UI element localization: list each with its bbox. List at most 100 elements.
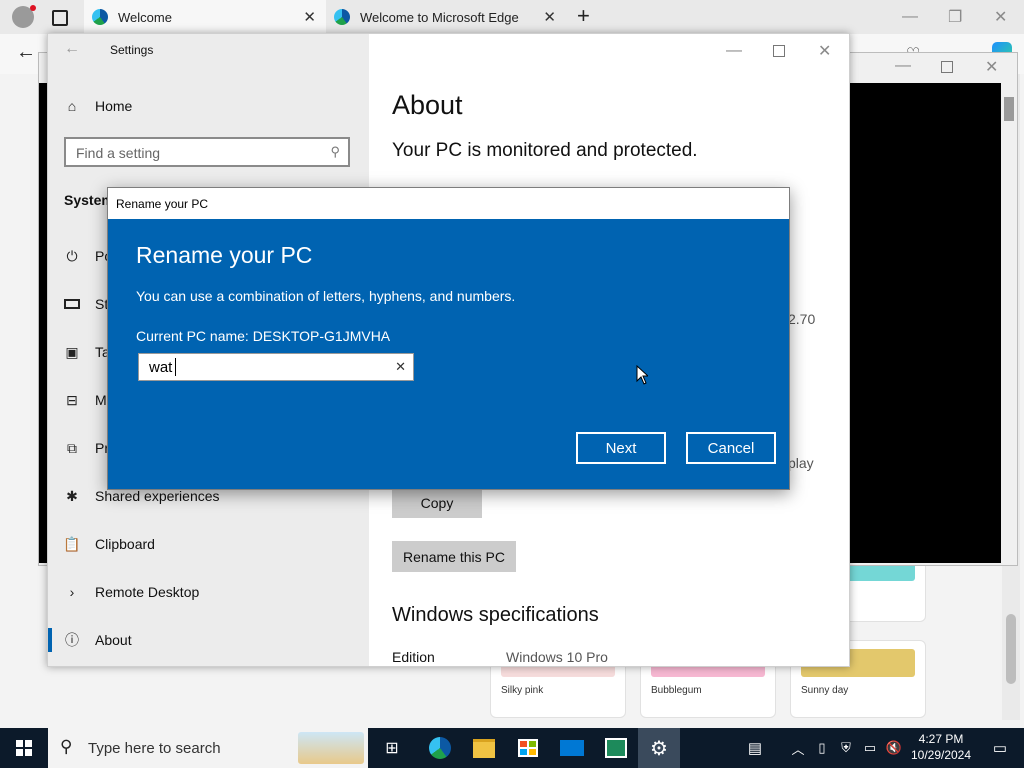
start-button[interactable]	[0, 728, 48, 768]
profile-icon[interactable]	[12, 5, 36, 28]
notifications-icon[interactable]: ▭	[980, 728, 1020, 768]
app-icon[interactable]	[596, 728, 636, 768]
info-icon: ⓘ	[65, 632, 79, 648]
dialog-titlebar: Rename your PC	[108, 188, 789, 219]
find-setting-input[interactable]: Find a setting ⚲	[64, 137, 350, 167]
nav-storage[interactable]: St	[64, 296, 108, 312]
search-highlight-icon	[298, 732, 364, 764]
network-icon[interactable]: ▯	[812, 728, 832, 768]
browser-close-button[interactable]: ✕	[994, 7, 1007, 27]
settings-title: Settings	[110, 43, 154, 57]
nav-remote-desktop[interactable]: › Remote Desktop	[64, 584, 200, 600]
news-icon[interactable]: ▤	[738, 728, 772, 768]
search-icon: ⚲	[60, 737, 73, 756]
power-icon: ⏻	[66, 247, 78, 264]
windows-logo-icon	[16, 740, 32, 756]
projecting-icon: ⧉	[67, 439, 77, 456]
nav-multitasking[interactable]: ⊟ M	[64, 391, 107, 409]
nav-tablet[interactable]: ▣ Ta	[64, 343, 109, 361]
nav-clipboard[interactable]: 📋 Clipboard	[63, 536, 155, 553]
nav-label: M	[95, 392, 107, 408]
multitasking-icon: ⊟	[66, 391, 78, 408]
volume-muted-icon[interactable]: 🔇	[884, 728, 904, 768]
tab-welcome-edge[interactable]: Welcome to Microsoft Edge ✕	[326, 0, 566, 34]
display-icon[interactable]: ▭	[860, 728, 880, 768]
tab-welcome[interactable]: Welcome ✕	[84, 0, 326, 34]
dialog-heading: Rename your PC	[136, 242, 313, 268]
nav-projecting[interactable]: ⧉ Pr	[64, 439, 109, 457]
clock-date: 10/29/2024	[910, 748, 972, 762]
taskbar-search-placeholder: Type here to search	[88, 740, 221, 757]
theme-card-label: Silky pink	[501, 685, 544, 696]
partial-value: 2.70	[788, 311, 816, 327]
home-icon: ⌂	[67, 98, 77, 114]
nav-label: Shared experiences	[95, 488, 220, 504]
file-explorer-icon[interactable]	[464, 728, 504, 768]
settings-close-button[interactable]: ✕	[818, 41, 831, 61]
clock[interactable]: 4:27 PM 10/29/2024	[904, 728, 978, 768]
new-pc-name-input[interactable]: wat ✕	[138, 353, 414, 381]
rename-pc-button[interactable]: Rename this PC	[392, 541, 516, 572]
copy-button[interactable]: Copy	[392, 487, 482, 518]
about-heading: About	[392, 90, 463, 120]
taskbar: ⚲ Type here to search ⊞ ⚙ ▤ ︿ ▯ ⛨ ▭ 🔇 4:…	[0, 728, 1024, 768]
store-icon[interactable]	[508, 728, 548, 768]
browser-minimize-button[interactable]: —	[902, 8, 918, 26]
mail-icon[interactable]	[552, 728, 592, 768]
theme-card-label: Sunny day	[801, 685, 849, 696]
nav-about[interactable]: ⓘ About	[64, 632, 132, 648]
clear-input-icon[interactable]: ✕	[395, 359, 406, 375]
edge-icon	[334, 9, 350, 25]
next-button[interactable]: Next	[576, 432, 666, 464]
edge-taskbar-icon[interactable]	[420, 728, 460, 768]
edition-label: Edition	[392, 649, 435, 665]
dialog-description: You can use a combination of letters, hy…	[136, 288, 516, 304]
text-cursor	[175, 358, 176, 376]
new-tab-button[interactable]: +	[577, 3, 590, 29]
settings-back-button[interactable]: ←	[64, 40, 80, 58]
rename-pc-dialog: Rename your PC Rename your PC You can us…	[107, 187, 790, 490]
new-pc-name-value: wat	[149, 359, 173, 376]
close-tab-icon[interactable]: ✕	[303, 8, 316, 26]
partial-value: play	[788, 455, 814, 471]
nav-home[interactable]: ⌂ Home	[64, 98, 133, 114]
shared-experiences-icon: ✱	[66, 487, 78, 504]
background-window-scrollbar[interactable]	[1001, 83, 1017, 563]
tab-actions-icon[interactable]	[52, 10, 68, 26]
tab-label: Welcome to Microsoft Edge	[360, 9, 519, 25]
settings-taskbar-icon[interactable]: ⚙	[638, 728, 680, 768]
nav-shared-experiences[interactable]: ✱ Shared experiences	[64, 487, 220, 505]
find-setting-placeholder: Find a setting	[76, 145, 161, 161]
settings-minimize-button[interactable]: —	[726, 42, 742, 60]
edition-value: Windows 10 Pro	[506, 649, 608, 665]
task-view-button[interactable]: ⊞	[372, 728, 412, 768]
nav-label: About	[95, 632, 132, 648]
clock-time: 4:27 PM	[918, 732, 964, 746]
nav-selected-indicator	[48, 628, 52, 652]
nav-label: Clipboard	[95, 536, 155, 552]
current-pc-name: Current PC name: DESKTOP-G1JMVHA	[136, 328, 391, 344]
browser-restore-button[interactable]: ❐	[948, 7, 962, 27]
edge-icon	[92, 9, 108, 25]
bg-maximize-button[interactable]	[941, 61, 953, 73]
back-button[interactable]: ←	[16, 41, 36, 64]
settings-maximize-button[interactable]	[773, 45, 785, 57]
remote-desktop-icon: ›	[69, 584, 75, 600]
taskbar-search[interactable]: ⚲ Type here to search	[48, 728, 368, 768]
cancel-button[interactable]: Cancel	[686, 432, 776, 464]
storage-icon	[64, 296, 80, 312]
dialog-window-title: Rename your PC	[116, 196, 209, 211]
nav-home-label: Home	[95, 98, 133, 114]
chevron-up-icon[interactable]: ︿	[788, 728, 808, 768]
tab-label: Welcome	[118, 9, 172, 25]
bg-close-button[interactable]: ✕	[985, 57, 998, 77]
mouse-pointer-icon	[636, 364, 650, 390]
nav-power[interactable]: ⏻ Po	[64, 247, 112, 265]
windows-specs-heading: Windows specifications	[392, 604, 599, 626]
nav-label: Remote Desktop	[95, 584, 200, 600]
tablet-icon: ▣	[65, 343, 79, 360]
theme-card-label: Bubblegum	[651, 685, 702, 696]
bg-minimize-button[interactable]: —	[895, 57, 911, 75]
security-icon[interactable]: ⛨	[836, 728, 856, 768]
close-tab-icon[interactable]: ✕	[543, 8, 556, 26]
